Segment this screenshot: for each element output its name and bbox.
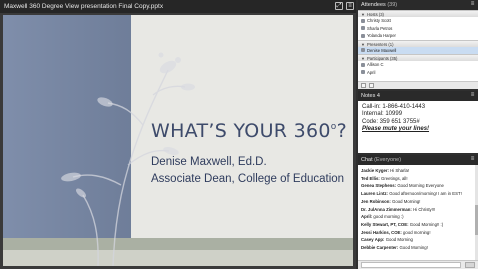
- menu-icon[interactable]: ≡: [469, 1, 476, 8]
- chat-message: Jackie Kyger: Hi Sharla!: [361, 168, 410, 173]
- notes-emphasis: Please mute your lines!: [362, 125, 430, 132]
- chat-message: Casey App: Good Morning: [361, 237, 413, 243]
- user-icon: [361, 48, 365, 52]
- user-icon: [361, 26, 365, 30]
- attendee-item[interactable]: Sharla Petros: [358, 25, 478, 33]
- attendee-group-presenters[interactable]: ▼ Presenters (1): [358, 39, 478, 47]
- slide-presenter-role: Associate Dean, College of Education: [151, 173, 345, 185]
- notes-line: Call-in: 1-866-410-1443: [362, 104, 426, 110]
- status-icon[interactable]: [361, 83, 366, 88]
- attendee-item[interactable]: Denise Maxwell: [358, 46, 478, 54]
- chat-message: Jen Robinson: Good Morning!: [361, 198, 421, 204]
- chat-input-bar: [358, 260, 478, 269]
- chat-message: Lauren Lintz: Good afternoon/morning! I …: [361, 191, 462, 197]
- attendee-list: ▼ Hosts (3) Christy Scott Sharla Petros Y…: [358, 10, 478, 89]
- chat-title: Chat: [361, 157, 373, 163]
- notes-line: Code: 359 651 3755#: [362, 118, 420, 125]
- chat-message: Dr. JulAnna Zimmerman: Hi Christy!!!: [361, 206, 436, 212]
- attendees-count: (39): [387, 2, 398, 8]
- menu-icon[interactable]: ≡: [346, 2, 354, 10]
- attendees-title: Attendees: [361, 2, 386, 8]
- chat-input[interactable]: [361, 262, 461, 268]
- attendee-item[interactable]: Christy Scott: [358, 17, 478, 25]
- user-icon: [361, 62, 365, 67]
- notes-line: Internal: 10999: [362, 111, 403, 118]
- chat-message: Jessi Harkins, COE: good morning!: [361, 229, 431, 235]
- user-icon: [361, 33, 365, 38]
- chat-message: Kelly Stewart, PT, COE: Good Morning!! :…: [361, 221, 444, 227]
- attendee-group-hosts[interactable]: ▼ Hosts (3): [358, 10, 478, 17]
- attendees-pod: Attendees (39) ≡ ▼ Hosts (3) Christy Scot…: [358, 0, 478, 89]
- attendees-pod-header: Attendees (39) ≡: [358, 0, 478, 10]
- chat-audience[interactable]: (Everyone): [374, 157, 401, 163]
- chat-message: Ted Ellis: Greetings, all!: [361, 175, 408, 181]
- menu-icon[interactable]: ≡: [469, 92, 476, 99]
- expand-icon[interactable]: ⤢: [335, 2, 343, 10]
- user-icon: [361, 18, 365, 23]
- share-pod-title: Maxwell 360 Degree View presentation Fin…: [4, 3, 164, 10]
- user-icon: [361, 70, 365, 74]
- chat-messages: Jackie Kyger: Hi Sharla! Ted Ellis: Gree…: [358, 165, 478, 269]
- attendee-item[interactable]: April: [358, 69, 478, 77]
- notes-content: Call-in: 1-866-410-1443 Internal: 10999 …: [358, 101, 478, 153]
- share-pod-titlebar: Maxwell 360 Degree View presentation Fin…: [0, 0, 356, 13]
- chat-pod-header: Chat (Everyone) ≡: [358, 155, 478, 165]
- chat-message: Genea Stephens: Good Morning Everyone: [361, 183, 444, 189]
- notes-pod: Notes 4 ≡ Call-in: 1-866-410-1443 Intern…: [358, 91, 478, 153]
- attendee-group-participants[interactable]: ▼ Participants (35): [358, 54, 478, 61]
- slide-title: WHAT’S YOUR 360o?: [151, 120, 347, 142]
- chat-pod: Chat (Everyone) ≡ Jackie Kyger: Hi Sharl…: [358, 155, 478, 269]
- raise-hand-icon[interactable]: [369, 83, 374, 88]
- slide-presenter-name: Denise Maxwell, Ed.D.: [151, 156, 267, 168]
- attendee-item[interactable]: Yolanda Harper: [358, 32, 478, 40]
- chat-message: Debbie Carpenter: Good Morning!: [361, 245, 428, 251]
- share-pod: Maxwell 360 Degree View presentation Fin…: [0, 0, 356, 269]
- notes-title: Notes 4: [361, 93, 380, 99]
- presentation-slide: WHAT’S YOUR 360o? Denise Maxwell, Ed.D. …: [3, 15, 353, 266]
- send-button[interactable]: [465, 262, 475, 268]
- menu-icon[interactable]: ≡: [469, 156, 476, 163]
- attendees-footer: [358, 81, 478, 89]
- attendee-item[interactable]: Allison C: [358, 61, 478, 69]
- notes-pod-header: Notes 4 ≡: [358, 91, 478, 101]
- chat-message: April: good morning :): [361, 214, 404, 220]
